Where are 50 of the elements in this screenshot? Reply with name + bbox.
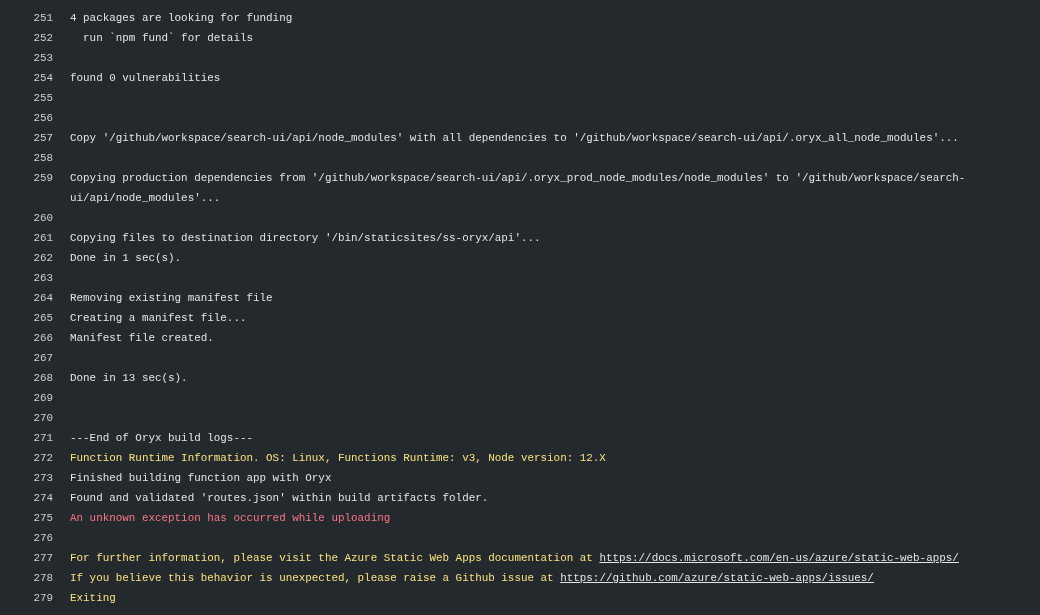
line-number: 270 bbox=[32, 411, 53, 426]
line-number: 272 bbox=[32, 451, 53, 466]
log-line: Done in 1 sec(s). bbox=[70, 251, 183, 266]
line-number: 261 bbox=[32, 231, 53, 246]
line-number: 278 bbox=[32, 571, 53, 586]
line-number: 273 bbox=[32, 471, 53, 486]
line-number: 264 bbox=[32, 291, 53, 306]
link[interactable]: https://docs.microsoft.com/en-us/azure/static-web-apps/ bbox=[599, 552, 959, 564]
line-number: 253 bbox=[32, 51, 53, 66]
log-line: For further information, please visit the Azure Static Web Apps documentation at https://docs.microsoft.com/en-us/azure/static-web-apps/ bbox=[70, 551, 960, 566]
log-line: An unknown exception has occurred while uploading bbox=[70, 511, 392, 526]
line-number: 267 bbox=[32, 351, 53, 366]
line-number: 266 bbox=[32, 331, 53, 346]
log-line: Removing existing manifest file bbox=[70, 291, 274, 306]
line-number: 265 bbox=[32, 311, 53, 326]
log-line: Done in 13 sec(s). bbox=[70, 371, 189, 386]
line-number: 275 bbox=[32, 511, 53, 526]
log-line: Exiting bbox=[70, 591, 117, 606]
log-line: Finished building function app with Oryx bbox=[70, 471, 333, 486]
log-line: found 0 vulnerabilities bbox=[70, 71, 222, 86]
log-line: run `npm fund` for details bbox=[82, 31, 254, 46]
link[interactable]: https://github.com/azure/static-web-apps/issues/ bbox=[560, 572, 874, 584]
log-line: Copy '/github/workspace/search-ui/api/node_modules' with all dependencies to '/github/workspace/search-ui/api/.oryx_all_node_modules'... bbox=[70, 131, 960, 146]
log-line: If you believe this behavior is unexpected, please raise a Github issue at https://github.com/azure/static-web-apps/issues/ bbox=[70, 571, 875, 586]
log-line: Manifest file created. bbox=[70, 331, 215, 346]
line-number: 262 bbox=[32, 251, 53, 266]
line-number: 276 bbox=[32, 531, 53, 546]
line-number: 268 bbox=[32, 371, 53, 386]
line-number: 279 bbox=[32, 591, 53, 606]
line-number: 252 bbox=[32, 31, 53, 46]
line-number: 269 bbox=[32, 391, 53, 406]
log-line: Found and validated 'routes.json' within build artifacts folder. bbox=[70, 491, 490, 506]
line-number: 251 bbox=[32, 11, 53, 26]
log-line: Creating a manifest file... bbox=[70, 311, 248, 326]
line-number: 263 bbox=[32, 271, 53, 286]
log-line: Copying files to destination directory '/bin/staticsites/ss-oryx/api'... bbox=[70, 231, 542, 246]
log-line: Copying production dependencies from '/github/workspace/search-ui/api/.oryx_prod_node_modules/node_modules' to '/github/workspace/search-ui/api/node_modules'... bbox=[70, 171, 967, 206]
line-number: 274 bbox=[32, 491, 53, 506]
line-number: 255 bbox=[32, 91, 53, 106]
line-number: 260 bbox=[32, 211, 53, 226]
log-line: ---End of Oryx build logs--- bbox=[70, 431, 254, 446]
line-number: 271 bbox=[32, 431, 53, 446]
line-number: 256 bbox=[32, 111, 53, 126]
line-number: 257 bbox=[32, 131, 53, 146]
line-number: 254 bbox=[32, 71, 53, 86]
log-line: 4 packages are looking for funding bbox=[70, 11, 294, 26]
line-number: 258 bbox=[32, 151, 53, 166]
log-line: Function Runtime Information. OS: Linux, Functions Runtime: v3, Node version: 12.X bbox=[70, 451, 607, 466]
line-number: 259 bbox=[32, 171, 53, 186]
line-number: 277 bbox=[32, 551, 53, 566]
